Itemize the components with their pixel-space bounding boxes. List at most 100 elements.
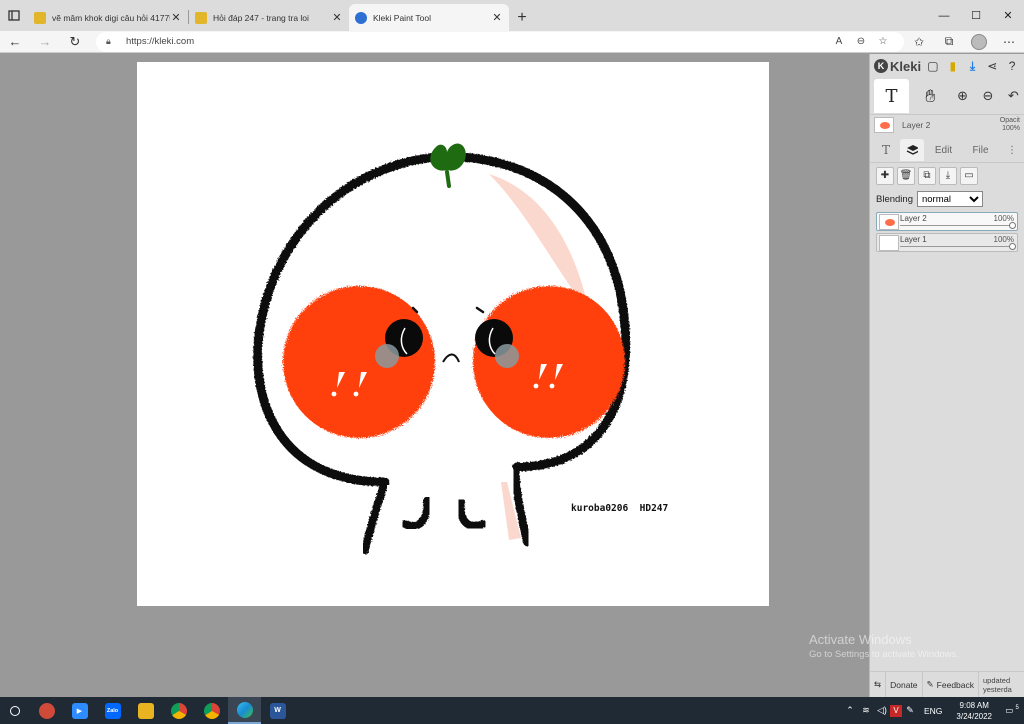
tab-file[interactable]: File bbox=[963, 139, 998, 161]
panel-footer: ⇆ Donate ✎ Feedback updated yesterda bbox=[870, 671, 1024, 698]
layers-icon bbox=[906, 145, 918, 155]
text-tab-label: T bbox=[881, 143, 890, 157]
windows-taskbar: ▶ Zalo W ⌃ ≋ ◁) V ✎ ENG 9:08 AM 3/24/202… bbox=[0, 697, 1024, 724]
current-layer-preview[interactable]: Layer 2 Opacit 100% bbox=[870, 114, 1024, 134]
notification-center-button[interactable]: ▭ 5 bbox=[1000, 705, 1024, 716]
favorites-icon[interactable]: ✩ bbox=[904, 31, 934, 53]
text-tool-button[interactable]: T bbox=[874, 79, 909, 113]
wifi-icon[interactable]: ≋ bbox=[858, 705, 874, 716]
layer-thumbnail bbox=[879, 234, 899, 251]
browser-tab-1[interactable]: vẽ mâm khok digi câu hỏi 41775 ✕ bbox=[28, 4, 188, 31]
read-aloud-icon[interactable]: A bbox=[828, 36, 850, 47]
add-layer-icon[interactable]: ✚ bbox=[876, 166, 894, 185]
layer-item-layer-1[interactable]: Layer 1 100% bbox=[876, 233, 1018, 252]
maximize-icon[interactable]: ☐ bbox=[960, 0, 992, 31]
url-field[interactable]: 🔒︎ https://kleki.com A ⊖ ☆ bbox=[96, 31, 904, 52]
kleki-sidebar: K Kleki ▢ ▮ ⤓ ⋖ ? T ✋︎ ⊕ ⊖ ↶ Layer 2 Opa… bbox=[869, 54, 1024, 698]
url-text: https://kleki.com bbox=[126, 36, 195, 47]
close-tab-icon[interactable]: ✕ bbox=[491, 11, 503, 24]
taskbar-app-zalo[interactable]: Zalo bbox=[96, 697, 129, 724]
layer-name: Layer 2 bbox=[900, 214, 927, 223]
close-window-icon[interactable]: ✕ bbox=[992, 0, 1024, 31]
favorite-star-icon[interactable]: ☆ bbox=[872, 36, 894, 47]
text-tool-label: T bbox=[885, 85, 898, 107]
close-tab-icon[interactable]: ✕ bbox=[170, 11, 182, 24]
forward-button[interactable]: → bbox=[30, 31, 60, 53]
pen-icon[interactable]: ✎ bbox=[902, 705, 918, 716]
volume-icon[interactable]: ◁) bbox=[874, 705, 890, 716]
donate-button[interactable]: Donate bbox=[886, 671, 923, 698]
right-foot bbox=[456, 498, 487, 530]
close-tab-icon[interactable]: ✕ bbox=[331, 11, 343, 24]
feedback-button[interactable]: ✎ Feedback bbox=[923, 671, 980, 698]
taskbar-app-photos[interactable] bbox=[30, 697, 63, 724]
swap-icon[interactable]: ⇆ bbox=[870, 671, 887, 698]
new-image-icon[interactable]: ▢ bbox=[925, 57, 941, 75]
layer-item-layer-2[interactable]: Layer 2 100% bbox=[876, 212, 1018, 231]
slider-knob[interactable] bbox=[1009, 243, 1016, 250]
tab-layers[interactable] bbox=[900, 139, 924, 161]
watermark-subtitle: Go to Settings to activate Windows. bbox=[809, 649, 959, 660]
share-icon[interactable]: ⋖ bbox=[984, 57, 1000, 75]
zoom-in-button[interactable]: ⊕ bbox=[952, 85, 973, 107]
layer-opacity-slider[interactable] bbox=[900, 243, 1016, 250]
undo-button[interactable]: ↶ bbox=[1003, 85, 1024, 107]
panel-more-icon[interactable]: ⋮ bbox=[1000, 139, 1024, 161]
delete-layer-icon[interactable]: 🗑︎ bbox=[897, 166, 915, 185]
kleki-favicon-icon bbox=[355, 11, 367, 24]
taskbar-app-edge[interactable] bbox=[228, 697, 261, 724]
kleki-logo-text: Kleki bbox=[890, 58, 922, 74]
chrome-icon bbox=[170, 702, 187, 719]
taskbar-app-explorer[interactable] bbox=[129, 697, 162, 724]
browser-tab-3[interactable]: Kleki Paint Tool ✕ bbox=[349, 4, 509, 31]
taskbar-app-chrome[interactable] bbox=[162, 697, 195, 724]
tab-actions-button[interactable] bbox=[0, 0, 28, 31]
layer-actions-bar: ✚ 🗑︎ ⧉ ⤓ ▭ bbox=[870, 162, 1024, 188]
canvas-workarea[interactable]: kuroba0206 HD247 bbox=[0, 54, 869, 697]
download-icon[interactable]: ⤓ bbox=[965, 57, 981, 75]
zoom-icon[interactable]: ⊖ bbox=[850, 36, 872, 47]
duplicate-layer-icon[interactable]: ⧉ bbox=[918, 166, 936, 185]
layer-opacity-slider[interactable] bbox=[900, 222, 1016, 229]
photos-icon bbox=[38, 702, 55, 719]
taskbar-app-chrome-2[interactable] bbox=[195, 697, 228, 724]
taskbar-app-word[interactable]: W bbox=[261, 697, 294, 724]
mouth bbox=[442, 353, 460, 363]
help-icon[interactable]: ? bbox=[1004, 57, 1020, 75]
right-cheek bbox=[473, 286, 625, 438]
folder-icon bbox=[137, 702, 154, 719]
tab-actions-icon bbox=[8, 10, 20, 21]
layer-name: Layer 1 bbox=[900, 235, 927, 244]
sprout-stem bbox=[445, 170, 451, 188]
chevron-up-icon[interactable]: ⌃ bbox=[842, 705, 858, 716]
taskbar-app-zoom[interactable]: ▶ bbox=[63, 697, 96, 724]
more-menu-icon[interactable]: ⋯ bbox=[994, 31, 1024, 53]
search-button[interactable] bbox=[0, 697, 30, 724]
browser-tab-2[interactable]: Hỏi đáp 247 - trang tra loi ✕ bbox=[189, 4, 349, 31]
save-icon[interactable]: ▮ bbox=[945, 57, 961, 75]
back-button[interactable]: ← bbox=[0, 31, 30, 53]
drawing-canvas[interactable]: kuroba0206 HD247 bbox=[137, 62, 769, 606]
left-eye-tear bbox=[375, 344, 399, 368]
vpn-icon[interactable]: V bbox=[889, 704, 902, 717]
updated-note: updated yesterda bbox=[983, 675, 1012, 694]
rename-layer-icon[interactable]: ▭ bbox=[960, 166, 978, 185]
blending-select[interactable]: normal bbox=[916, 191, 983, 207]
clock[interactable]: 9:08 AM 3/24/2022 bbox=[948, 700, 1000, 722]
new-tab-button[interactable]: + bbox=[509, 4, 535, 31]
collections-icon[interactable]: ⧉ bbox=[934, 31, 964, 53]
tab-text-tool[interactable]: T bbox=[874, 139, 898, 161]
hoidap-favicon-icon bbox=[195, 11, 207, 24]
hand-icon: ✋︎ bbox=[925, 85, 936, 106]
hand-tool-button[interactable]: ✋︎ bbox=[913, 79, 948, 113]
profile-button[interactable] bbox=[964, 31, 994, 53]
zoom-out-button[interactable]: ⊖ bbox=[977, 85, 998, 107]
notification-icon: ▭ bbox=[1005, 705, 1014, 715]
refresh-button[interactable]: ↻ bbox=[60, 31, 90, 53]
tab-edit[interactable]: Edit bbox=[926, 139, 961, 161]
language-indicator[interactable]: ENG bbox=[918, 706, 948, 716]
slider-knob[interactable] bbox=[1009, 222, 1016, 229]
minimize-icon[interactable]: — bbox=[928, 0, 960, 31]
merge-layer-icon[interactable]: ⤓ bbox=[939, 166, 957, 185]
sprout-leaves bbox=[430, 143, 466, 171]
